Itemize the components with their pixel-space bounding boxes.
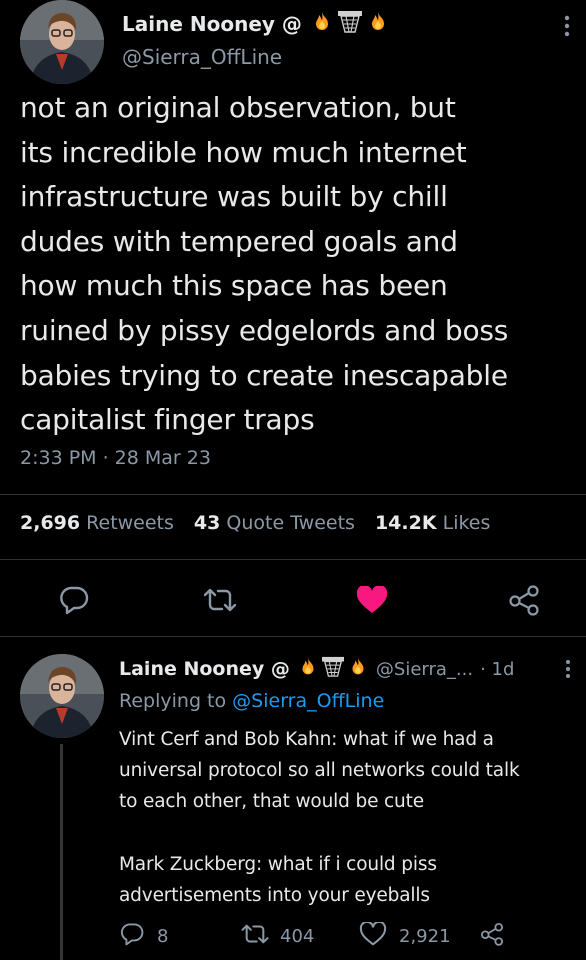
fire-emoji [297,656,319,683]
reply-time[interactable]: · 1d [480,659,514,680]
share-icon[interactable] [480,922,504,950]
reply-text: Vint Cerf and Bob Kahn: what if we had a… [119,724,520,911]
divider [0,559,586,560]
heart-icon[interactable] [356,585,388,618]
reply-text-line: Vint Cerf and Bob Kahn: what if we had a [119,729,494,750]
avatar[interactable] [20,0,104,84]
reply-like-action[interactable]: 2,921 [359,920,451,950]
reply-text-line [119,818,520,849]
tweet-text-line: capitalist finger traps [20,403,315,437]
basketball-hoop-emoji [321,656,345,683]
tweet-text-line: dudes with tempered goals and [20,224,458,258]
reply-text-line: universal protocol so all networks could… [119,760,520,782]
retweets-stat[interactable]: 2,696 Retweets [20,512,174,534]
quotes-count: 43 [193,512,221,534]
tweet-timestamp[interactable]: 2:33 PM · 28 Mar 23 [20,447,211,469]
share-icon[interactable] [508,584,540,620]
reply-avatar[interactable] [20,654,104,738]
replying-to: Replying to @Sierra_OffLine [119,690,384,712]
likes-count: 14.2K [374,512,437,534]
author-name[interactable]: Laine Nooney @ [122,12,302,36]
retweet-count: 404 [280,925,315,947]
author-line: Laine Nooney @ [122,10,390,38]
heart-outline-icon [359,920,387,950]
quotes-label: Quote Tweets [226,512,355,534]
fire-emoji [366,10,390,38]
divider [0,494,586,495]
reply-count: 8 [157,925,169,947]
reply-text-line: advertisements into your eyeballs [119,885,430,906]
retweet-icon [240,922,270,950]
tweet-text-line: its incredible how much internet [20,135,467,169]
replying-to-handle[interactable]: @Sierra_OffLine [232,690,384,712]
tweet-text-line: ruined by pissy edgelords and boss [20,313,509,347]
reply-author-line: Laine Nooney @ @Sierra_... · 1d [119,656,514,682]
reply-handle[interactable]: @Sierra_... [376,659,473,680]
reply-text-line: Mark Zuckberg: what if i could piss [119,853,437,875]
retweets-count: 2,696 [20,512,81,534]
divider [0,636,586,637]
reply-author-name[interactable]: Laine Nooney @ [119,658,290,680]
reply-icon[interactable] [58,585,90,619]
fire-emoji [310,10,334,38]
likes-label: Likes [442,512,491,534]
tweet-text-line: infrastructure was built by chill [20,180,448,214]
author-handle[interactable]: @Sierra_OffLine [122,45,282,69]
tweet-stats: 2,696 Retweets 43 Quote Tweets 14.2K Lik… [20,512,490,534]
thread-line [60,744,63,960]
reply-reply-action[interactable]: 8 [119,922,168,950]
tweet-text: not an original observation, but its inc… [20,86,508,443]
reply-text-line: to each other, that would be cute [119,791,424,813]
retweets-label: Retweets [86,512,174,534]
likes-stat[interactable]: 14.2K Likes [375,512,490,534]
replying-to-label: Replying to [119,690,227,712]
fire-emoji [347,656,369,683]
tweet-text-line: babies trying to create inescapable [20,358,508,392]
reply-retweet-action[interactable]: 404 [240,922,314,950]
more-icon[interactable] [564,658,572,680]
retweet-icon[interactable] [202,586,238,618]
basketball-hoop-emoji [337,10,363,38]
tweet-text-line: not an original observation, but [20,91,456,124]
like-count: 2,921 [399,925,451,947]
reply-icon [119,922,145,950]
tweet-text-line: how much this space has been [20,269,448,303]
more-icon[interactable] [562,14,572,38]
quotes-stat[interactable]: 43 Quote Tweets [194,512,355,534]
